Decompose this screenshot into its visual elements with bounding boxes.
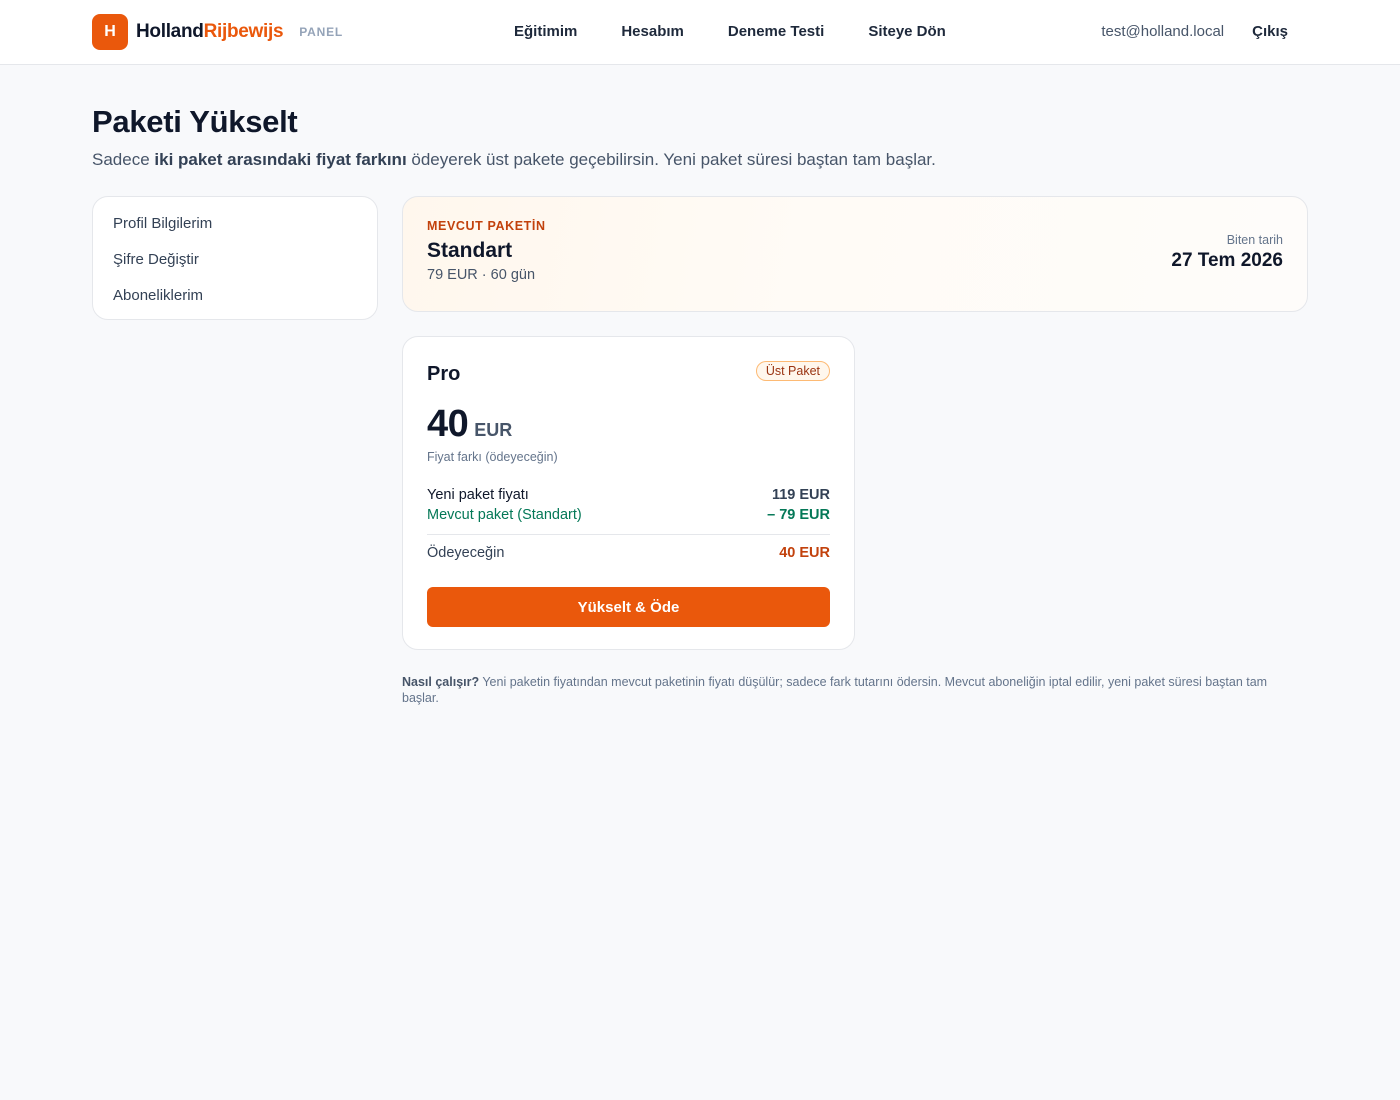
price-row: 40 EUR bbox=[427, 403, 512, 446]
current-package-end: Biten tarih 27 Tem 2026 bbox=[1171, 233, 1283, 272]
account-sidebar: Profil Bilgilerim Şifre Değiştir Aboneli… bbox=[92, 196, 378, 320]
plan-name: Pro bbox=[427, 363, 461, 385]
sidebar-item-change-password[interactable]: Şifre Değiştir bbox=[113, 249, 357, 285]
price-breakdown: Yeni paket fiyatı 119 EUR Mevcut paket (… bbox=[427, 487, 830, 565]
logo-icon: H bbox=[92, 14, 128, 50]
upgrade-pay-button[interactable]: Yükselt & Öde bbox=[427, 587, 830, 627]
brand-name: HollandRijbewijs bbox=[136, 21, 284, 43]
end-date-value: 27 Tem 2026 bbox=[1171, 250, 1283, 271]
nav-item-egitimim[interactable]: Eğitimim bbox=[514, 23, 577, 40]
page-title: Paketi Yükselt bbox=[92, 104, 298, 139]
brand[interactable]: H HollandRijbewijs PANEL bbox=[92, 14, 343, 50]
user-area: test@holland.local Çıkış bbox=[1101, 23, 1288, 40]
current-package-label: MEVCUT PAKETİN bbox=[427, 219, 546, 233]
sidebar-item-subscriptions[interactable]: Aboneliklerim bbox=[113, 285, 357, 321]
price-amount: 40 bbox=[427, 403, 469, 445]
total-value: 40 EUR bbox=[779, 545, 830, 561]
breakdown-row-current-package: Mevcut paket (Standart) – 79 EUR bbox=[427, 507, 830, 527]
divider bbox=[427, 534, 830, 535]
info-bold: Nasıl çalışır? bbox=[402, 675, 480, 689]
info-text: Yeni paketin fiyatından mevcut paketinin… bbox=[402, 675, 1268, 705]
nav-item-deneme-testi[interactable]: Deneme Testi bbox=[728, 23, 824, 40]
breakdown-label: Yeni paket fiyatı bbox=[427, 487, 529, 503]
subtitle-bold: iki paket arasındaki fiyat farkını bbox=[154, 150, 407, 169]
end-date-label: Biten tarih bbox=[1226, 233, 1283, 247]
nav-item-siteye-don[interactable]: Siteye Dön bbox=[868, 23, 946, 40]
upgrade-plan-card: Pro Üst Paket 40 EUR Fiyat farkı (ödeyec… bbox=[402, 336, 855, 650]
total-label: Ödeyeceğin bbox=[427, 545, 505, 561]
user-email: test@holland.local bbox=[1101, 23, 1225, 40]
nav-item-hesabim[interactable]: Hesabım bbox=[621, 23, 684, 40]
top-navbar: H HollandRijbewijs PANEL Eğitimim Hesabı… bbox=[0, 0, 1400, 65]
current-package-card: MEVCUT PAKETİN Standart 79 EUR · 60 gün … bbox=[402, 196, 1308, 312]
how-it-works-note: Nasıl çalışır? Yeni paketin fiyatından m… bbox=[402, 674, 1302, 706]
plan-badge: Üst Paket bbox=[755, 361, 830, 381]
sidebar-item-profile[interactable]: Profil Bilgilerim bbox=[113, 213, 357, 249]
current-package-name: Standart bbox=[427, 239, 513, 262]
panel-tag: PANEL bbox=[299, 25, 344, 39]
breakdown-row-new-price: Yeni paket fiyatı 119 EUR bbox=[427, 487, 830, 507]
price-note: Fiyat farkı (ödeyeceğin) bbox=[427, 450, 558, 464]
price-currency: EUR bbox=[474, 420, 513, 440]
logout-button[interactable]: Çıkış bbox=[1252, 23, 1288, 40]
breakdown-label: Mevcut paket (Standart) bbox=[427, 507, 582, 523]
breakdown-value: – 79 EUR bbox=[767, 507, 830, 523]
brand-name-part1: Holland bbox=[136, 21, 204, 42]
subtitle-post: ödeyerek üst pakete geçebilirsin. Yeni p… bbox=[406, 150, 936, 169]
brand-name-part2: Rijbewijs bbox=[203, 21, 284, 42]
page-subtitle: Sadece iki paket arasındaki fiyat farkın… bbox=[92, 150, 936, 170]
main-nav: Eğitimim Hesabım Deneme Testi Siteye Dön bbox=[514, 23, 946, 40]
breakdown-value: 119 EUR bbox=[771, 487, 830, 503]
breakdown-row-total: Ödeyeceğin 40 EUR bbox=[427, 545, 830, 565]
subtitle-pre: Sadece bbox=[92, 150, 155, 169]
current-package-meta: 79 EUR · 60 gün bbox=[427, 267, 536, 283]
